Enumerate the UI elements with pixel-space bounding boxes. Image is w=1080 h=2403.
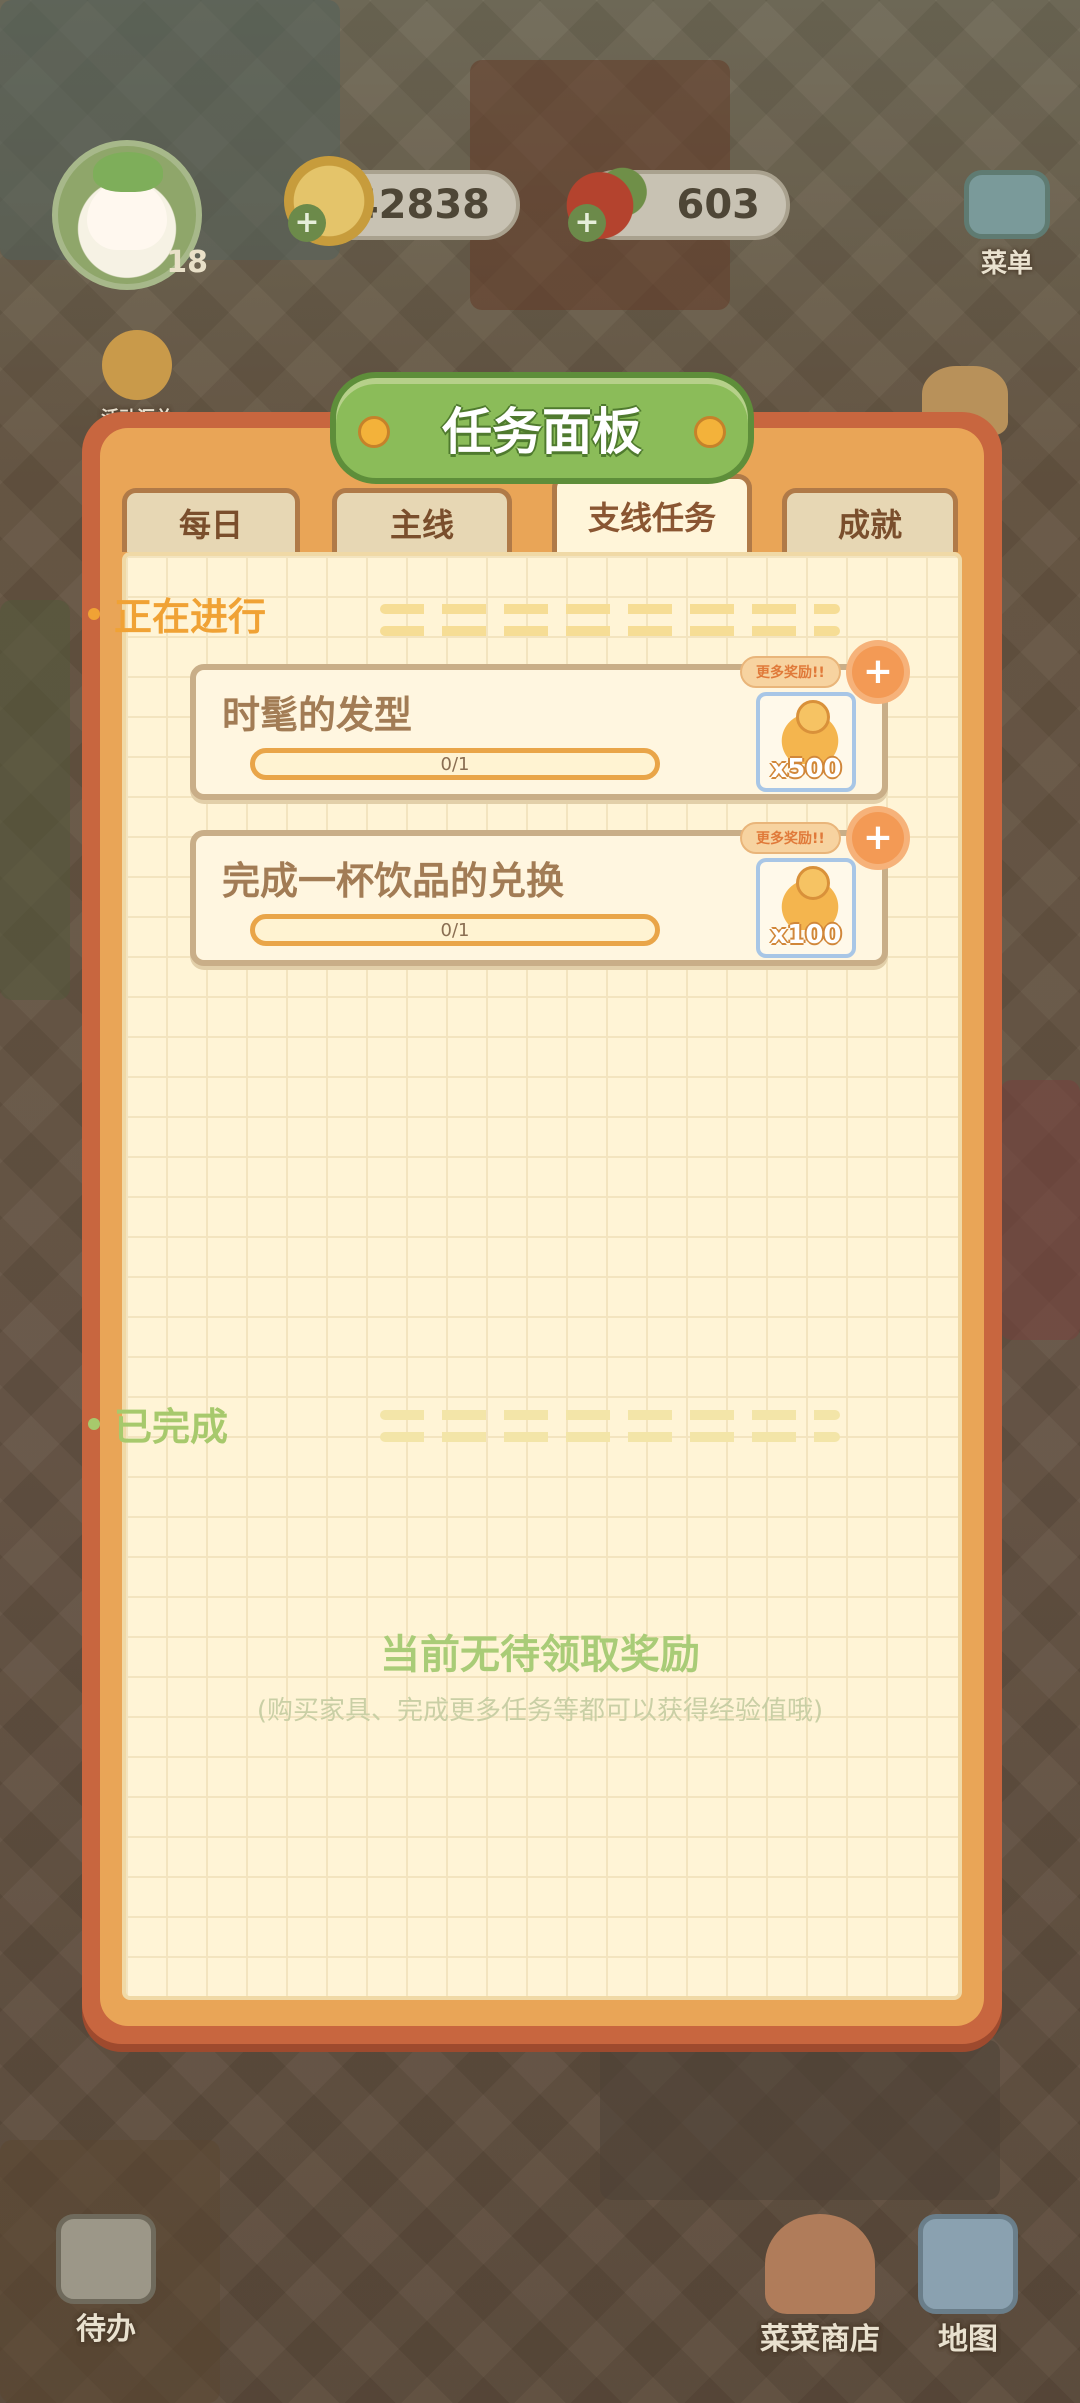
avatar-face [87, 152, 167, 250]
panel-title-banner: 任务面板 [330, 372, 754, 484]
completed-heading: 已完成 [88, 1396, 228, 1451]
task-card[interactable]: 时髦的发型 0/1 x500 更多奖励!! + [190, 646, 904, 800]
menu-button[interactable]: 菜单 [952, 170, 1062, 280]
more-rewards-tag: 更多奖励!! [740, 822, 841, 854]
task-progress-bar: 0/1 [250, 914, 660, 946]
map-button[interactable]: 地图 [918, 2214, 1018, 2403]
task-card[interactable]: 完成一杯饮品的兑换 0/1 x100 更多奖励!! + [190, 812, 904, 966]
panel-title: 任务面板 [442, 403, 642, 461]
todo-button[interactable]: 待办 [56, 2214, 156, 2403]
map-icon [918, 2214, 1018, 2314]
tab-achievements[interactable]: 成就 [782, 488, 958, 552]
divider-dashes [380, 626, 840, 636]
tab-side-quests[interactable]: 支线任务 [552, 474, 752, 552]
more-rewards-flower-icon[interactable]: + [852, 646, 904, 698]
events-icon [102, 330, 172, 400]
shop-label: 菜菜商店 [760, 2322, 880, 2357]
bullet-dot [88, 1417, 100, 1430]
reward-quantity: x100 [770, 920, 842, 950]
player-avatar[interactable]: 18 [52, 140, 208, 290]
in-progress-label: 正在进行 [114, 595, 267, 639]
task-progress-bar: 0/1 [250, 748, 660, 780]
completed-label: 已完成 [114, 1405, 229, 1449]
coin-counter[interactable]: + 42838 [284, 156, 520, 246]
in-progress-heading: 正在进行 [88, 586, 266, 641]
shop-icon [765, 2214, 875, 2314]
menu-label: 菜单 [980, 249, 1033, 279]
tab-daily[interactable]: 每日 [122, 488, 300, 552]
empty-rewards-title: 当前无待领取奖励 [380, 1632, 700, 1678]
vegetable-amount: 603 [676, 182, 761, 228]
task-title: 完成一杯饮品的兑换 [222, 859, 565, 903]
add-coins-button[interactable]: + [288, 204, 326, 242]
divider-dashes [380, 1432, 840, 1442]
more-rewards-flower-icon[interactable]: + [852, 812, 904, 864]
map-label: 地图 [938, 2322, 998, 2357]
todo-icon [56, 2214, 156, 2304]
shop-button[interactable]: 菜菜商店 [760, 2214, 880, 2403]
divider-dashes [380, 1410, 840, 1420]
task-progress-text: 0/1 [440, 919, 470, 941]
add-vegetables-button[interactable]: + [568, 204, 606, 242]
task-reward[interactable]: x500 更多奖励!! + [740, 646, 904, 794]
task-reward[interactable]: x100 更多奖励!! + [740, 812, 904, 960]
task-progress-text: 0/1 [440, 753, 470, 775]
task-tabs: 每日 主线 支线任务 成就 [122, 474, 962, 554]
empty-rewards-hint: (购买家具、完成更多任务等都可以获得经验值哦) [256, 1696, 824, 1726]
menu-icon [964, 170, 1050, 239]
player-level: 18 [166, 245, 208, 280]
reward-box: x100 [756, 858, 856, 958]
tab-main[interactable]: 主线 [332, 488, 512, 552]
reward-quantity: x500 [770, 754, 842, 784]
reward-box: x500 [756, 692, 856, 792]
task-title: 时髦的发型 [222, 693, 413, 737]
todo-label: 待办 [76, 2312, 136, 2347]
bullet-dot [88, 607, 100, 620]
vegetable-counter[interactable]: + 603 [564, 156, 790, 246]
divider-dashes [380, 604, 840, 614]
more-rewards-tag: 更多奖励!! [740, 656, 841, 688]
